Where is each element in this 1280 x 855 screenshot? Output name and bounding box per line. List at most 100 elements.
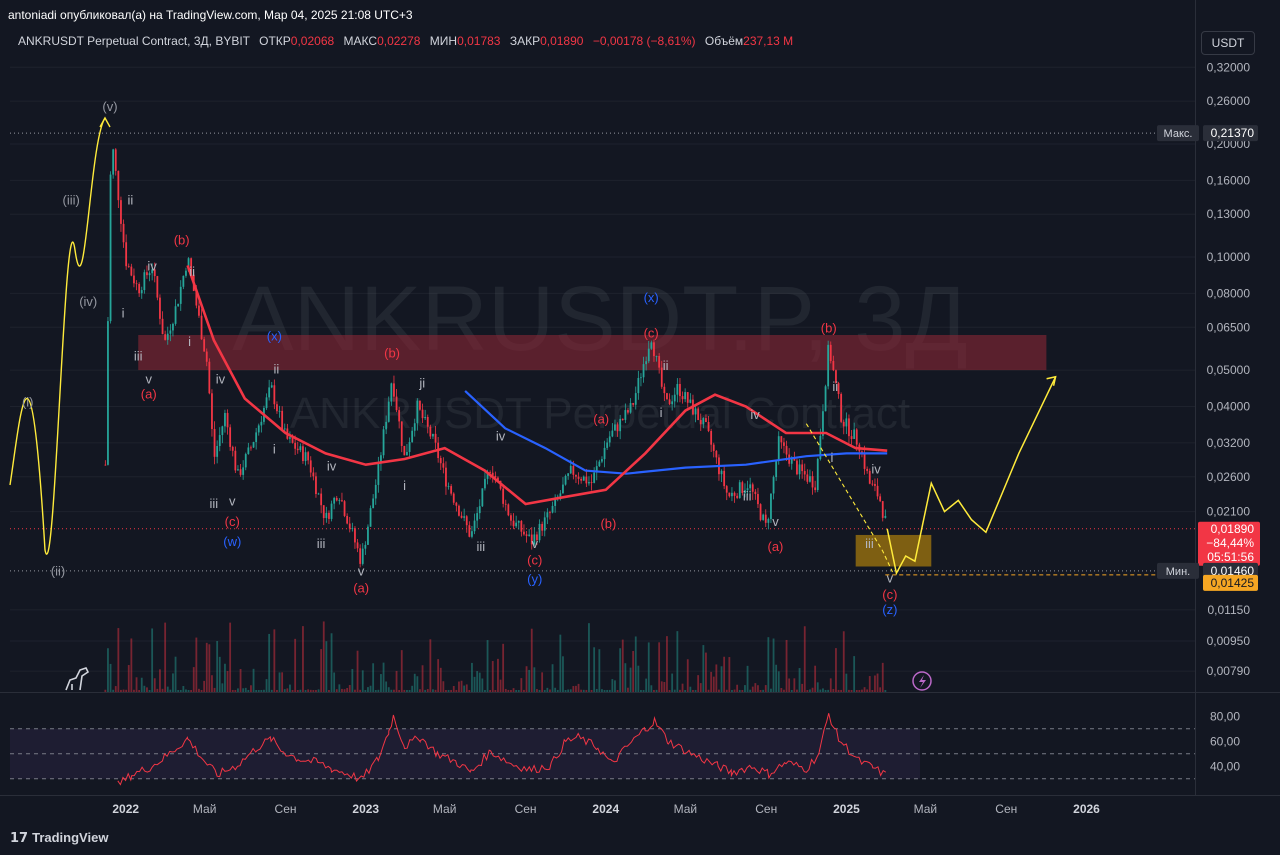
- candle-body: [686, 392, 689, 403]
- candle-body: [824, 386, 827, 412]
- candle-body: [174, 306, 177, 324]
- volume-bar: [684, 689, 687, 692]
- volume-bar: [653, 690, 655, 692]
- volume-bar: [710, 671, 713, 692]
- volume-bar: [390, 689, 393, 692]
- volume-bar: [148, 689, 151, 692]
- candle-body: [468, 525, 471, 537]
- volume-bar: [525, 666, 528, 692]
- volume-bar: [712, 676, 715, 692]
- candle-body: [213, 429, 216, 457]
- candle-body: [120, 200, 122, 224]
- candle-body: [328, 512, 330, 519]
- wave-label: iii: [210, 496, 219, 511]
- candle-body: [754, 491, 757, 495]
- candle-body: [374, 484, 377, 499]
- candle-body: [523, 531, 525, 535]
- volume-bar: [655, 689, 658, 692]
- candle-body: [655, 356, 658, 357]
- volume-bar: [237, 688, 239, 692]
- volume-bar: [109, 663, 112, 692]
- candle-body: [452, 493, 455, 503]
- candle-body: [751, 484, 754, 492]
- candle-body: [309, 460, 312, 473]
- tradingview-logo[interactable]: 𝟭𝟳 TradingView: [10, 830, 108, 846]
- candle-body: [348, 523, 351, 529]
- volume-bar: [361, 670, 364, 692]
- volume-bar: [473, 676, 476, 692]
- candle-body: [172, 323, 174, 331]
- candle-body: [333, 497, 336, 504]
- price-chart[interactable]: ANKRUSDT.P, 3ДANKRUSDT Perpetual Contrac…: [0, 0, 1280, 855]
- candle-body: [439, 458, 442, 464]
- volume-bar: [650, 685, 653, 692]
- candle-body: [205, 351, 208, 362]
- candle-body: [684, 392, 687, 400]
- candle-body: [702, 418, 705, 425]
- volume-bar: [702, 645, 705, 692]
- candle-body: [866, 468, 869, 471]
- price-tag-value: 0,01425: [1211, 576, 1255, 590]
- candle-body: [551, 505, 554, 513]
- candle-body: [429, 426, 432, 437]
- candle-body: [109, 174, 112, 322]
- volume-bar: [185, 689, 187, 692]
- volume-bar: [460, 680, 463, 692]
- candle-body: [255, 432, 258, 443]
- candle-body: [645, 361, 648, 365]
- volume-bar: [125, 689, 128, 692]
- candle-body: [777, 436, 780, 461]
- volume-bar: [346, 687, 349, 692]
- candle-body: [546, 512, 549, 518]
- wave-label: (b): [174, 232, 190, 247]
- volume-bar: [512, 688, 515, 692]
- volume-bar: [424, 689, 427, 692]
- volume-bar: [718, 689, 720, 692]
- candle-body: [478, 506, 481, 514]
- volume-bar: [546, 687, 549, 692]
- candle-body: [398, 410, 401, 422]
- volume-bar: [325, 641, 328, 692]
- volume-bar: [741, 689, 744, 692]
- volume-bar: [816, 682, 819, 692]
- candle-body: [226, 412, 229, 428]
- candle-body: [874, 484, 876, 486]
- volume-bar: [866, 689, 869, 692]
- volume-bar: [785, 639, 788, 692]
- price-tick: 0,06500: [1207, 320, 1251, 334]
- wave-label: iv: [496, 428, 506, 443]
- volume-bar: [247, 689, 250, 692]
- candle-body: [299, 446, 302, 451]
- volume-bar: [751, 686, 754, 692]
- candle-body: [549, 512, 551, 514]
- candle-body: [117, 170, 120, 201]
- candle-body: [512, 520, 515, 527]
- candle-body: [803, 471, 806, 475]
- candle-body: [140, 290, 143, 294]
- candle-body: [354, 528, 356, 543]
- volume-bar: [549, 689, 551, 692]
- volume-bar: [153, 678, 156, 692]
- volume-bar: [582, 689, 585, 692]
- volume-bar: [777, 671, 780, 692]
- volume-bar: [372, 663, 375, 692]
- candle-body: [400, 421, 403, 446]
- candle-body: [634, 393, 637, 405]
- candle-body: [816, 458, 819, 491]
- candle-body: [447, 486, 450, 487]
- wave-label: (iii): [62, 192, 79, 207]
- rsi-tick: 80,00: [1210, 709, 1240, 723]
- volume-bar: [842, 631, 845, 692]
- volume-bar: [541, 672, 544, 692]
- volume-bar: [385, 681, 388, 692]
- volume-bar: [374, 689, 377, 692]
- volume-bar: [231, 689, 234, 692]
- volume-bar: [627, 687, 629, 692]
- volume-bar: [520, 678, 523, 692]
- volume-bar: [190, 689, 193, 692]
- volume-bar: [268, 633, 271, 692]
- candle-body: [840, 393, 843, 422]
- candle-body: [369, 508, 372, 527]
- candle-body: [663, 386, 666, 394]
- candle-body: [647, 348, 650, 362]
